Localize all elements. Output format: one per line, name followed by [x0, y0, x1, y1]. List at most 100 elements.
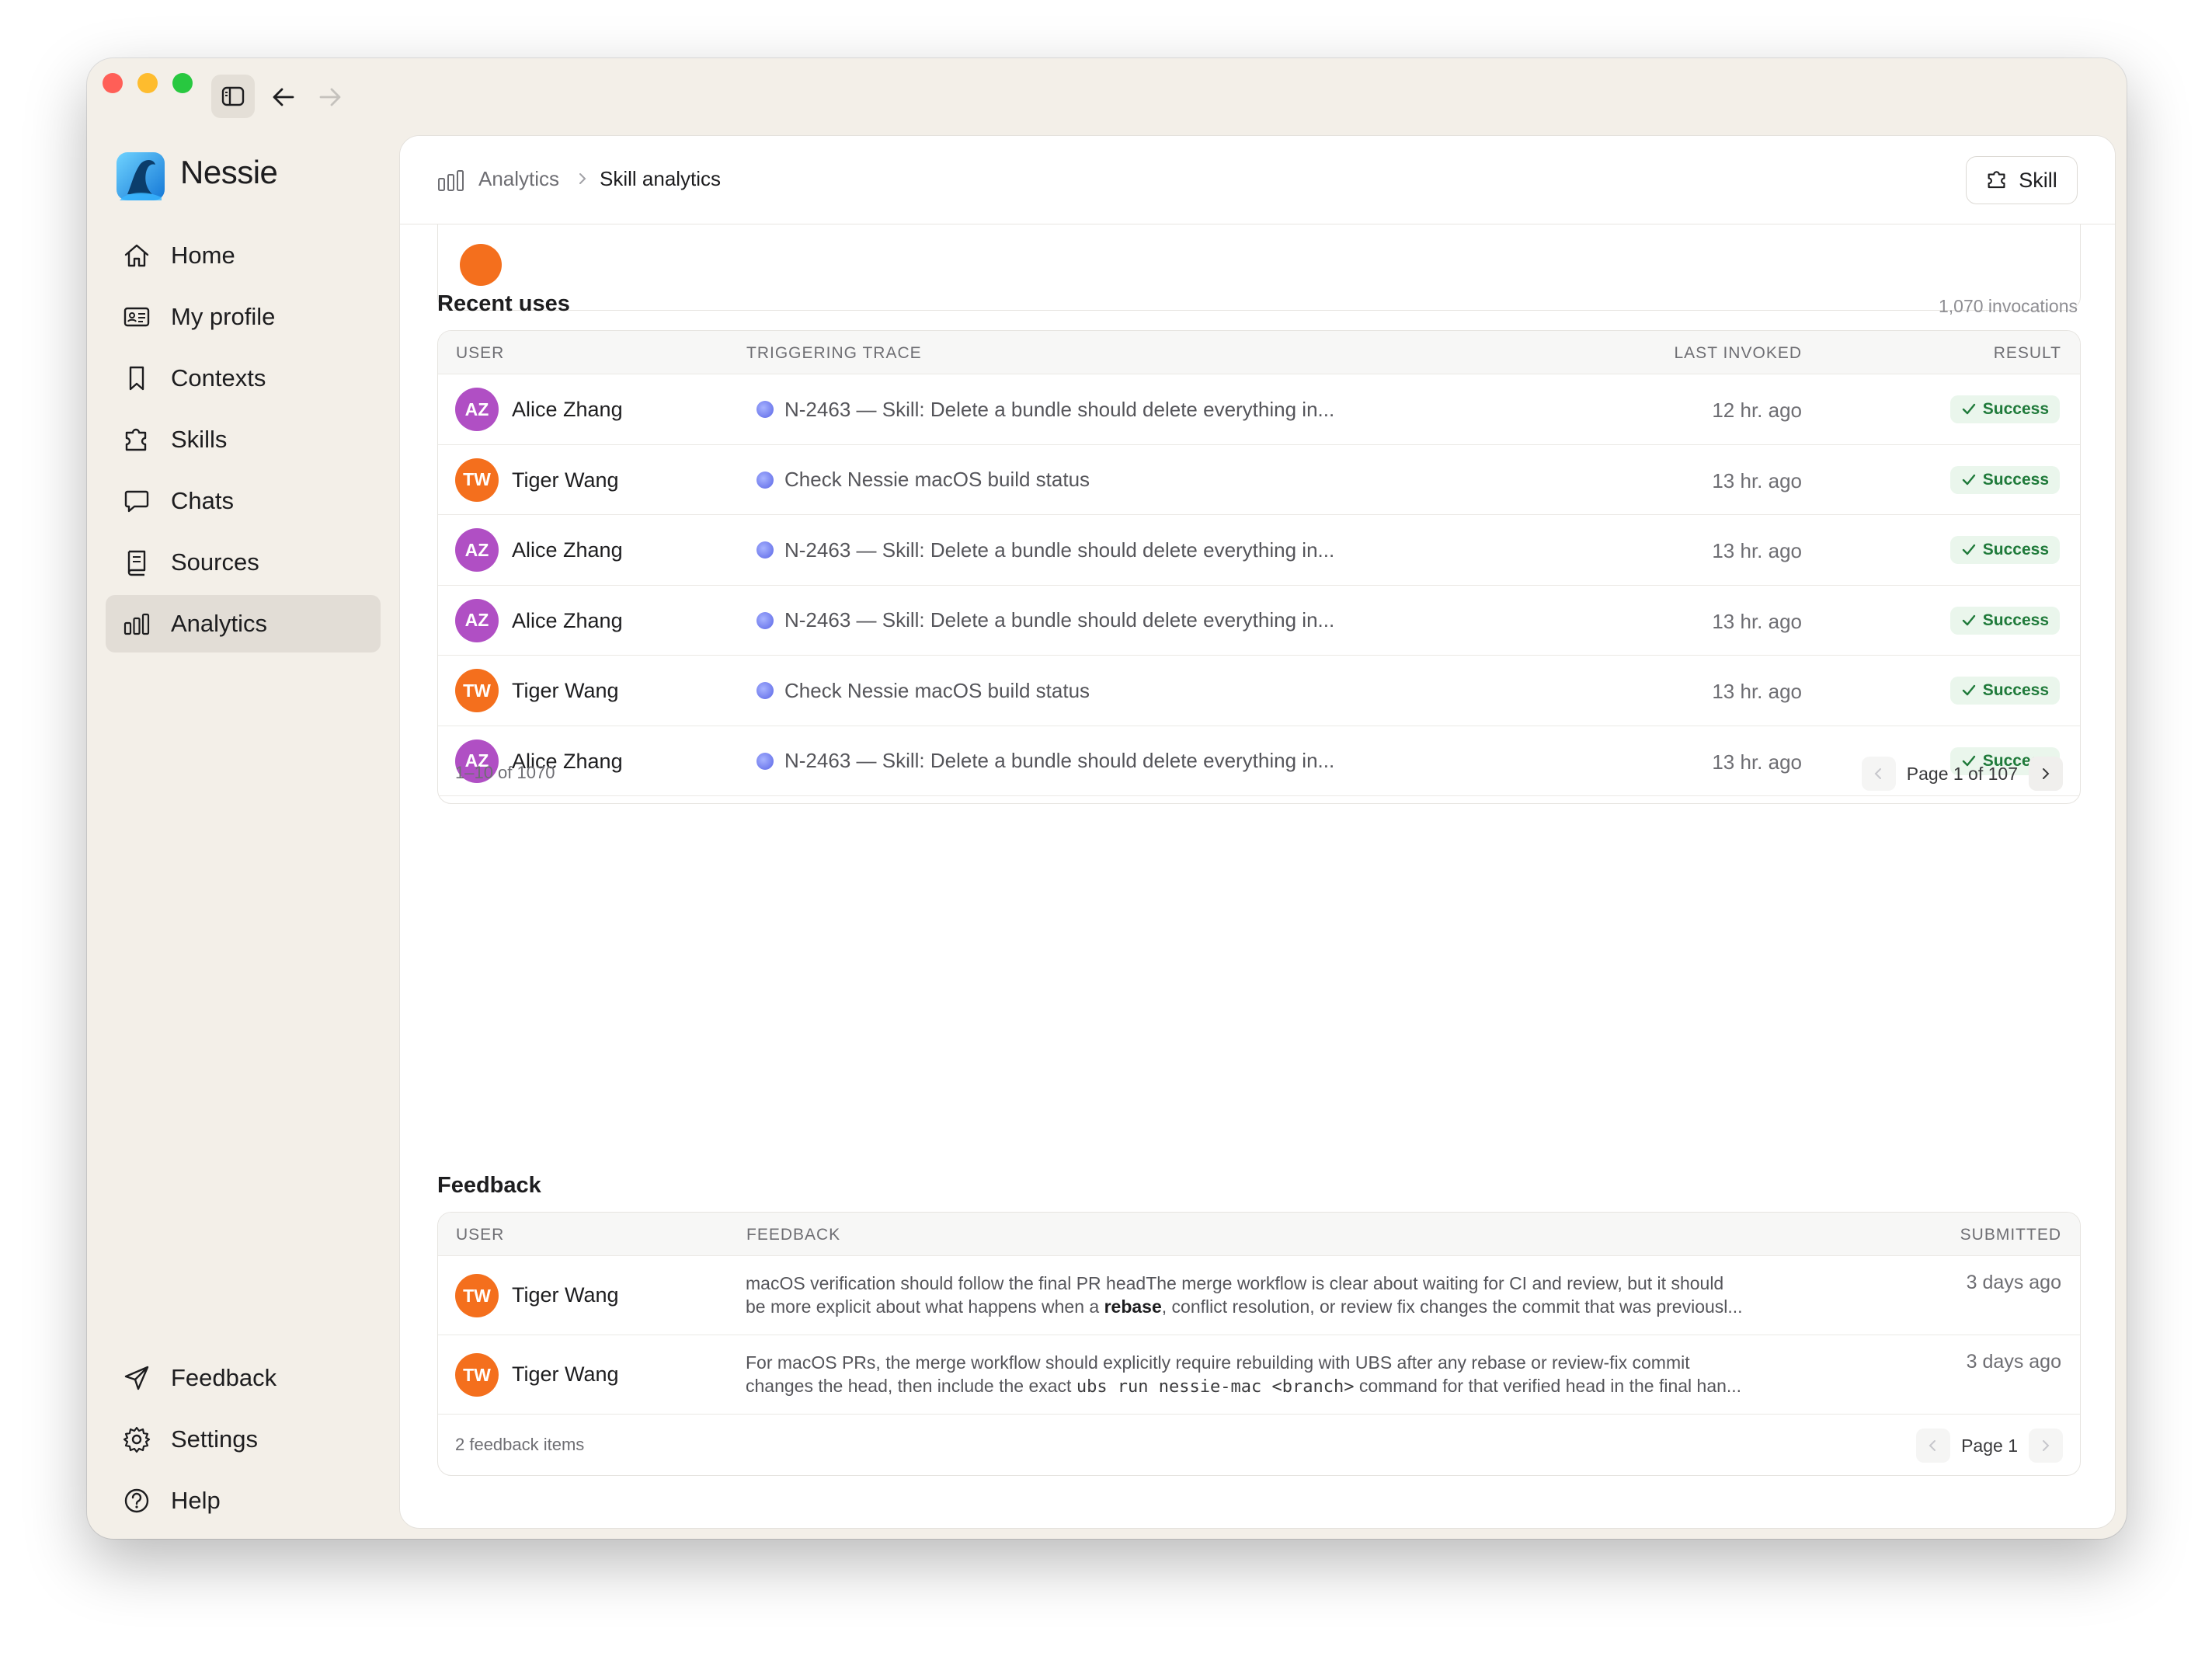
- previous-page-button[interactable]: [1916, 1429, 1951, 1463]
- column-header-last-invoked: Last invoked: [1674, 344, 1802, 362]
- trace-icon: [756, 471, 774, 489]
- bookmark-icon: [120, 361, 154, 395]
- sidebar-toggle-button[interactable]: [211, 75, 255, 118]
- feedback-count: 2 feedback items: [455, 1435, 585, 1454]
- chevron-right-icon: [2043, 1440, 2050, 1451]
- close-window-button[interactable]: [103, 73, 123, 93]
- forward-button[interactable]: [311, 78, 350, 117]
- triggering-trace-link[interactable]: N-2463 — Skill: Delete a bundle should d…: [746, 392, 1345, 426]
- skill-button[interactable]: Skill: [1966, 156, 2078, 204]
- feedback-table: User Feedback Submitted TW Tiger Wang ma…: [437, 1212, 2081, 1476]
- triggering-trace-link[interactable]: Check Nessie macOS build status: [746, 463, 1101, 497]
- arrow-right-icon: [319, 88, 341, 106]
- status-label: Success: [1982, 400, 2049, 418]
- feedback-title: Feedback: [437, 1173, 541, 1198]
- chevron-right-icon: [579, 173, 586, 184]
- column-header-submitted: Submitted: [1960, 1226, 2061, 1244]
- feedback-text-segment: , conflict resolution, or review fix cha…: [1161, 1296, 1743, 1317]
- minimize-window-button[interactable]: [137, 73, 158, 93]
- table-footer: 1–10 of 1070 Page 1 of 107: [438, 744, 2080, 803]
- breadcrumb-analytics[interactable]: Analytics: [478, 167, 559, 191]
- trace-icon: [756, 611, 774, 629]
- main-panel: Analytics Skill analytics Skill Recent u…: [399, 135, 2116, 1529]
- table-row[interactable]: TW Tiger Wang Check Nessie macOS build sta…: [438, 656, 2080, 726]
- send-icon: [120, 1361, 154, 1395]
- table-row[interactable]: TW Tiger Wang Check Nessie macOS build sta…: [438, 445, 2080, 515]
- sidebar-item-analytics[interactable]: Analytics: [106, 595, 381, 652]
- sidebar-item-chats[interactable]: Chats: [106, 472, 381, 530]
- status-label: Success: [1982, 611, 2049, 629]
- checkmark-icon: [1962, 403, 1975, 415]
- avatar: AZ: [455, 388, 499, 431]
- avatar: [460, 244, 502, 286]
- page-indicator: Page 1: [1961, 1435, 2018, 1456]
- feedback-text: For macOS PRs, the merge workflow should…: [746, 1351, 1864, 1399]
- chevron-left-icon: [1929, 1440, 1936, 1451]
- table-row[interactable]: TW Tiger Wang macOS verification should …: [438, 1256, 2080, 1335]
- table-row[interactable]: AZ Alice Zhang N-2463 — Skill: Delete a bu…: [438, 374, 2080, 445]
- feedback-text: macOS verification should follow the fin…: [746, 1272, 1864, 1318]
- last-invoked-time: 12 hr. ago: [1712, 398, 1802, 422]
- table-header: User Feedback Submitted: [438, 1213, 2080, 1256]
- id-card-icon: [120, 300, 154, 334]
- triggering-trace-link[interactable]: N-2463 — Skill: Delete a bundle should d…: [746, 533, 1345, 567]
- checkmark-icon: [1962, 614, 1975, 625]
- user-name: Tiger Wang: [512, 679, 619, 702]
- sidebar-item-help[interactable]: Help: [106, 1472, 381, 1529]
- previous-page-button[interactable]: [1861, 757, 1896, 791]
- checkmark-icon: [1962, 474, 1975, 485]
- chat-bubble-icon: [120, 484, 154, 518]
- triggering-trace-link[interactable]: N-2463 — Skill: Delete a bundle should d…: [746, 604, 1345, 638]
- puzzle-icon: [120, 423, 154, 457]
- sidebar-item-home[interactable]: Home: [106, 227, 381, 284]
- bar-chart-icon: [120, 607, 154, 641]
- table-row[interactable]: AZ Alice Zhang N-2463 — Skill: Delete a bu…: [438, 515, 2080, 586]
- status-label: Success: [1982, 541, 2049, 559]
- column-header-result: Result: [1993, 344, 2061, 362]
- trace-title: N-2463 — Skill: Delete a bundle should d…: [784, 538, 1335, 562]
- sidebar-item-settings[interactable]: Settings: [106, 1411, 381, 1468]
- sidebar-item-contexts[interactable]: Contexts: [106, 350, 381, 407]
- feedback-text-segment: changes the head, then include the exact: [746, 1376, 1076, 1396]
- sidebar-item-skills[interactable]: Skills: [106, 411, 381, 468]
- status-badge: Success: [1949, 536, 2060, 564]
- avatar: TW: [455, 669, 499, 712]
- sidebar-item-label: Skills: [171, 426, 228, 453]
- trace-title: Check Nessie macOS build status: [784, 678, 1090, 702]
- status-label: Success: [1982, 470, 2049, 489]
- back-button[interactable]: [264, 78, 303, 117]
- checkmark-icon: [1962, 684, 1975, 696]
- sidebar-item-label: Feedback: [171, 1364, 277, 1391]
- feedback-line: be more explicit about what happens when…: [746, 1295, 1864, 1318]
- pagination: Page 1 of 107: [1861, 757, 2063, 791]
- sidebar-item-label: Contexts: [171, 364, 266, 392]
- chevron-left-icon: [1874, 768, 1881, 779]
- next-page-button[interactable]: [2029, 1429, 2063, 1463]
- table-row[interactable]: AZ Alice Zhang N-2463 — Skill: Delete a bu…: [438, 586, 2080, 656]
- status-label: Success: [1982, 681, 2049, 699]
- recent-uses-table: User Triggering trace Last invoked Resul…: [437, 330, 2081, 804]
- checkmark-icon: [1962, 544, 1975, 555]
- zoom-window-button[interactable]: [172, 73, 193, 93]
- column-header-user: User: [456, 1226, 505, 1244]
- next-page-button[interactable]: [2029, 757, 2063, 791]
- gear-icon: [120, 1422, 154, 1456]
- status-badge: Success: [1949, 395, 2060, 423]
- sidebar-item-feedback[interactable]: Feedback: [106, 1349, 381, 1407]
- triggering-trace-link[interactable]: Check Nessie macOS build status: [746, 673, 1101, 708]
- sidebar-item-label: Analytics: [171, 610, 268, 637]
- invocations-count: 1,070 invocations: [1938, 296, 2078, 316]
- sidebar-item-my-profile[interactable]: My profile: [106, 288, 381, 346]
- trace-icon: [756, 401, 774, 418]
- trace-title: N-2463 — Skill: Delete a bundle should d…: [784, 397, 1335, 421]
- range-label: 1–10 of 1070: [455, 763, 555, 782]
- avatar: AZ: [455, 598, 499, 642]
- user-name: Tiger Wang: [512, 1362, 619, 1386]
- last-invoked-time: 13 hr. ago: [1712, 468, 1802, 492]
- sidebar-item-sources[interactable]: Sources: [106, 534, 381, 591]
- table-row[interactable]: TW Tiger Wang For macOS PRs, the merge w…: [438, 1335, 2080, 1415]
- last-invoked-time: 13 hr. ago: [1712, 539, 1802, 562]
- book-icon: [120, 545, 154, 579]
- feedback-line: macOS verification should follow the fin…: [746, 1273, 1724, 1293]
- sidebar-item-label: Sources: [171, 548, 259, 576]
